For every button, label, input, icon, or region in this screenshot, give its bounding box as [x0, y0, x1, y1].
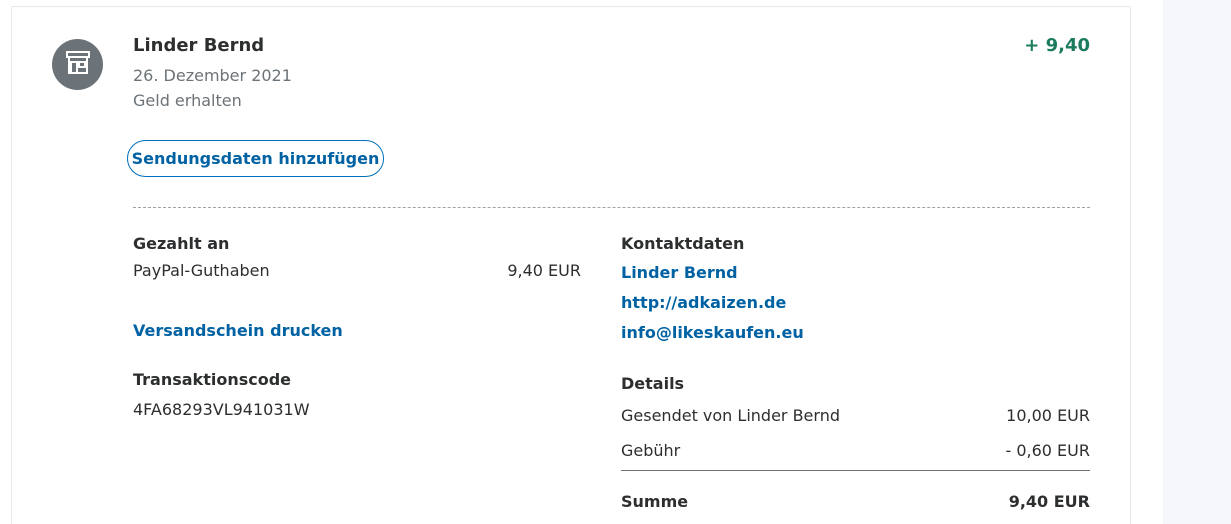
store-icon	[65, 50, 91, 79]
details-row-value: 10,00 EUR	[1006, 406, 1090, 425]
details-row-label: Gebühr	[621, 441, 681, 460]
contact-email-link[interactable]: info@likeskaufen.eu	[621, 323, 804, 342]
contact-website-link[interactable]: http://adkaizen.de	[621, 293, 786, 312]
paid-to-heading: Gezahlt an	[133, 234, 230, 253]
add-shipping-button[interactable]: Sendungsdaten hinzufügen	[127, 140, 384, 177]
transaction-code-value: 4FA68293VL941031W	[133, 400, 310, 419]
transaction-date: 26. Dezember 2021	[133, 66, 292, 85]
contact-name-link[interactable]: Linder Bernd	[621, 263, 738, 282]
details-row-value: - 0,60 EUR	[1005, 441, 1090, 460]
section-divider	[133, 207, 1090, 208]
total-divider	[621, 470, 1090, 471]
transaction-code-heading: Transaktionscode	[133, 370, 292, 389]
details-heading: Details	[621, 374, 685, 393]
merchant-avatar	[52, 39, 103, 90]
counterparty-name: Linder Bernd	[133, 35, 265, 56]
details-row-label: Gesendet von Linder Bernd	[621, 406, 840, 425]
page-gutter	[1163, 0, 1231, 524]
total-value: 9,40 EUR	[1008, 492, 1090, 511]
contact-heading: Kontaktdaten	[621, 234, 745, 253]
total-label: Summe	[621, 492, 689, 511]
transaction-status: Geld erhalten	[133, 91, 242, 110]
print-label-link[interactable]: Versandschein drucken	[133, 321, 343, 340]
paid-to-method: PayPal-Guthaben	[133, 261, 270, 280]
paid-to-amount: 9,40 EUR	[507, 261, 581, 280]
transaction-amount: + 9,40	[1024, 35, 1090, 56]
